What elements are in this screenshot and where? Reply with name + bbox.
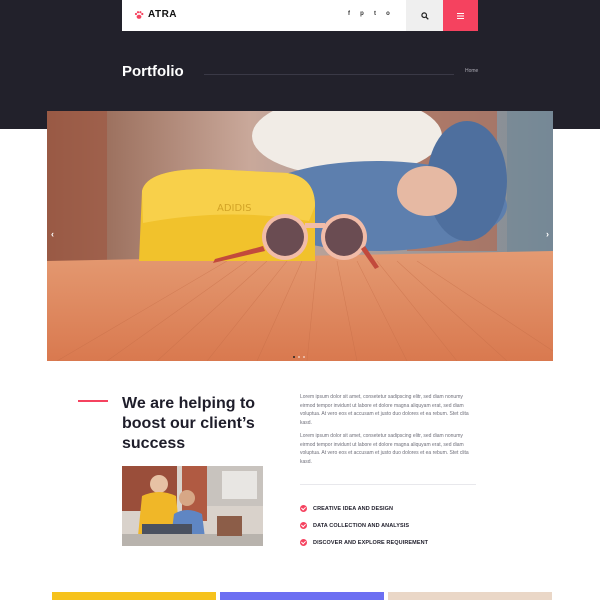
slider-dot[interactable] [293, 356, 295, 358]
feature-list: CREATIVE IDEA AND DESIGN DATA COLLECTION… [300, 500, 428, 551]
paw-icon [134, 10, 144, 19]
slider-prev-button[interactable]: ‹ [51, 229, 54, 239]
navbar: ATRA f p t o [122, 0, 478, 31]
page-title: Portfolio [122, 63, 184, 80]
slider-pagination [293, 356, 305, 358]
about-paragraph: Lorem ipsum dolor sit amet, consetetur s… [300, 394, 469, 426]
check-icon [300, 522, 307, 529]
image-slider[interactable]: ADIDIS ‹ › [47, 111, 553, 361]
title-divider [204, 74, 454, 75]
slider-dot[interactable] [298, 356, 300, 358]
portfolio-card[interactable] [220, 592, 384, 600]
logo[interactable]: ATRA [134, 9, 177, 20]
pinterest-icon[interactable]: p [359, 11, 365, 18]
check-icon [300, 539, 307, 546]
menu-button[interactable] [443, 0, 478, 31]
list-item: DISCOVER AND EXPLORE REQUIREMENT [300, 534, 428, 551]
feature-label: CREATIVE IDEA AND DESIGN [313, 505, 394, 512]
headline-line: boost our client’s [122, 415, 255, 432]
list-item: DATA COLLECTION AND ANALYSIS [300, 517, 428, 534]
list-item: CREATIVE IDEA AND DESIGN [300, 500, 428, 517]
slider-dot[interactable] [303, 356, 305, 358]
portfolio-card[interactable] [388, 592, 552, 600]
sunglasses-photo: ADIDIS [47, 111, 553, 361]
slider-next-button[interactable]: › [546, 229, 549, 239]
section-headline: We are helping to boost our client’s suc… [122, 394, 282, 454]
headline-line: success [122, 435, 186, 452]
check-icon [300, 505, 307, 512]
svg-text:ADIDIS: ADIDIS [217, 203, 252, 214]
about-paragraph: Lorem ipsum dolor sit amet, consetetur s… [300, 433, 469, 465]
search-icon [420, 11, 429, 20]
facebook-icon[interactable]: f [346, 11, 352, 18]
team-photo [122, 466, 263, 546]
headline-line: We are helping to [122, 395, 256, 412]
breadcrumb-home[interactable]: Home [465, 68, 478, 74]
feature-label: DISCOVER AND EXPLORE REQUIREMENT [313, 539, 429, 546]
portfolio-card[interactable] [52, 592, 216, 600]
section-accent-line [78, 400, 108, 402]
search-button[interactable] [406, 0, 443, 31]
social-links: f p t o [346, 11, 391, 18]
hamburger-icon [457, 12, 464, 19]
twitter-icon[interactable]: t [372, 11, 378, 18]
team-meeting-photo [122, 466, 263, 546]
divider [300, 484, 476, 485]
feature-label: DATA COLLECTION AND ANALYSIS [313, 522, 410, 529]
instagram-icon[interactable]: o [385, 11, 391, 18]
logo-text: ATRA [148, 9, 178, 20]
